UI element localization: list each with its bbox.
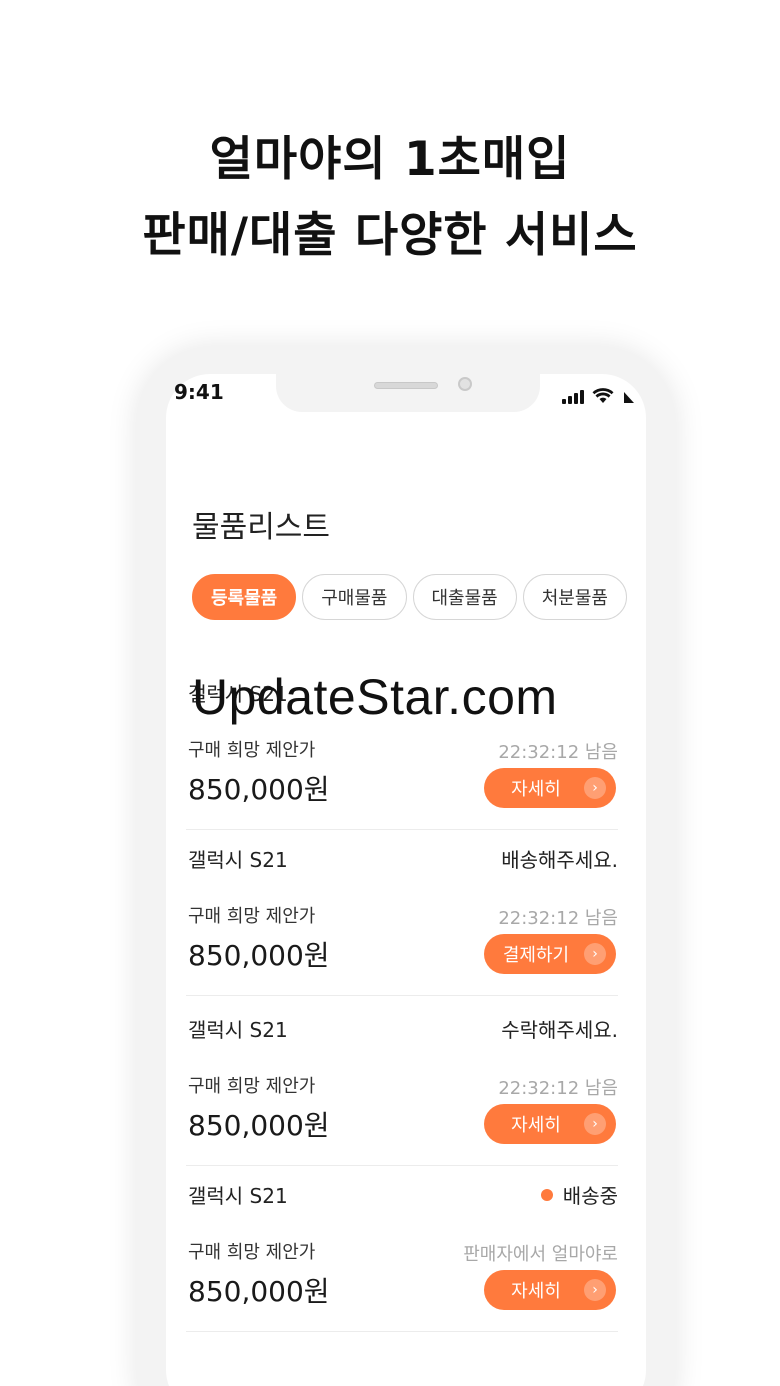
item-price: 850,000원 [188,1275,330,1308]
tab-loan[interactable]: 대출물품 [412,574,517,620]
button-label: 자세히 [511,1281,561,1302]
watermark: UpdateStar.com [192,669,558,725]
battery-icon [624,392,634,403]
item-status: 배송중 [540,1180,618,1209]
item-price: 850,000원 [188,939,330,972]
payment-button[interactable]: 결제하기 › [484,934,616,974]
headline-line-2: 판매/대출 다양한 서비스 [142,208,638,263]
list-item: 갤럭시 S21 배송해주세요. 구매 희망 제안가 22:32:12 남음 85… [186,830,618,996]
item-status-text: 수락해주세요. [501,1018,618,1042]
item-name: 갤럭시 S21 [188,1184,288,1208]
item-status: 수락해주세요. [501,1014,618,1043]
tab-registered[interactable]: 등록물품 [192,574,297,620]
detail-button[interactable]: 자세히 › [484,768,616,808]
status-icons [562,384,636,404]
phone-notch [276,366,540,412]
detail-button[interactable]: 자세히 › [484,1270,616,1310]
item-timer: 22:32:12 남음 [498,908,618,929]
item-status: 배송해주세요. [501,844,618,873]
item-offer-label: 구매 희망 제안가 [188,1242,316,1263]
item-timer: 22:32:12 남음 [498,742,618,763]
chevron-right-icon: › [584,1113,606,1135]
headline-line-1: 얼마야의 1초매입 [209,132,571,187]
item-shipping-note: 판매자에서 얼마야로 [463,1244,618,1265]
chevron-right-icon: › [584,943,606,965]
item-price: 850,000원 [188,1109,330,1142]
item-status-text: 배송해주세요. [501,848,618,872]
tab-purchased[interactable]: 구매물품 [302,574,407,620]
page-title: 물품리스트 [192,510,330,545]
camera-icon [458,377,472,391]
item-name: 갤럭시 S21 [188,848,288,872]
item-offer-label: 구매 희망 제안가 [188,906,316,927]
tab-bar: 등록물품 구매물품 대출물품 처분물품 [192,574,627,620]
chevron-right-icon: › [584,777,606,799]
tab-disposed[interactable]: 처분물품 [522,574,627,620]
detail-button[interactable]: 자세히 › [484,1104,616,1144]
signal-icon [562,388,584,404]
status-time: 9:41 [174,380,224,404]
speaker-grille [374,382,438,389]
wifi-icon [592,388,614,403]
item-price: 850,000원 [188,773,330,806]
list-item: 갤럭시 S21 수락해주세요. 구매 희망 제안가 22:32:12 남음 85… [186,1000,618,1166]
item-offer-label: 구매 희망 제안가 [188,1076,316,1097]
button-label: 자세히 [511,1115,561,1136]
status-dot-icon [540,1188,553,1201]
button-label: 자세히 [511,779,561,800]
button-label: 결제하기 [502,945,570,966]
chevron-right-icon: › [584,1279,606,1301]
list-item: 갤럭시 S21 배송중 구매 희망 제안가 판매자에서 얼마야로 850,000… [186,1166,618,1332]
item-status-text: 배송중 [562,1184,618,1208]
item-offer-label: 구매 희망 제안가 [188,740,316,761]
item-timer: 22:32:12 남음 [498,1078,618,1099]
item-name: 갤럭시 S21 [188,1018,288,1042]
